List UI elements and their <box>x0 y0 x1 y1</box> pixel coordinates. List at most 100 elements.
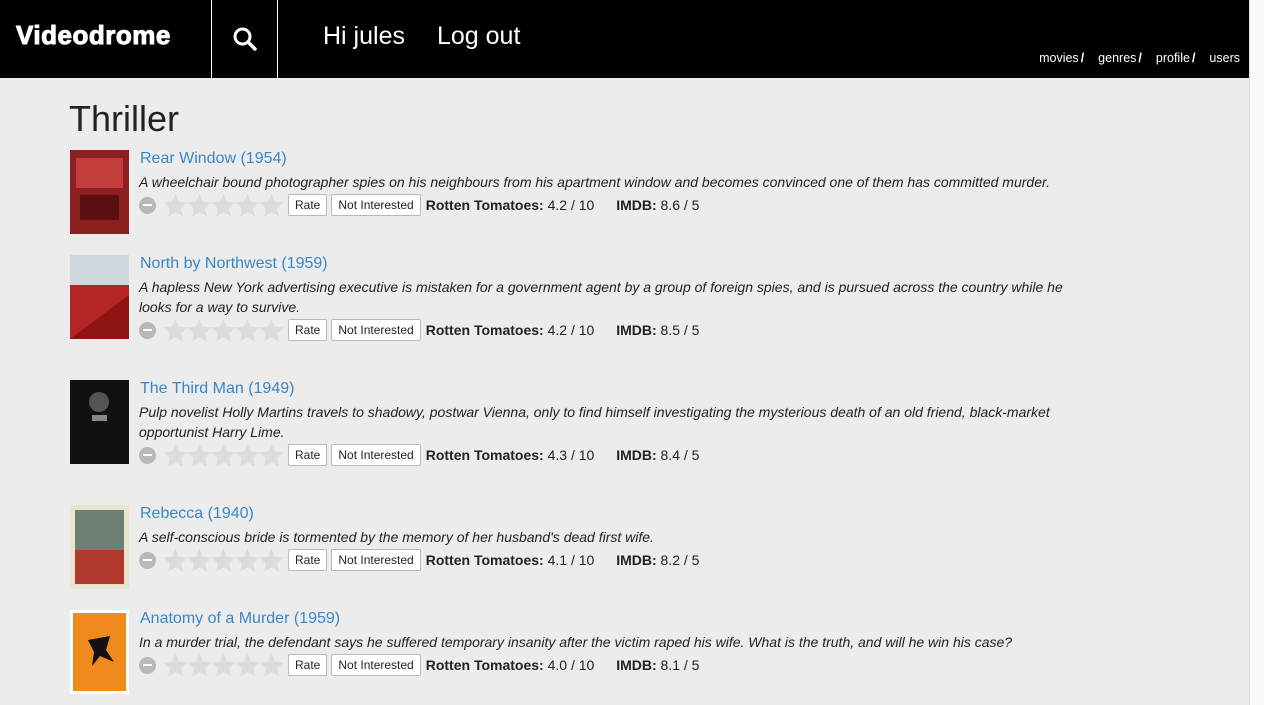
rotten-label: Rotten Tomatoes: <box>425 447 544 463</box>
nav-users[interactable]: users <box>1209 51 1240 65</box>
movie-poster[interactable] <box>70 150 129 234</box>
star-rating[interactable] <box>162 317 285 344</box>
star-icon[interactable] <box>162 442 189 469</box>
rate-button[interactable]: Rate <box>288 549 328 571</box>
movie-poster[interactable] <box>70 380 129 464</box>
star-icon[interactable] <box>234 192 261 219</box>
poster-image <box>70 505 129 589</box>
star-icon[interactable] <box>162 547 189 574</box>
star-icon[interactable] <box>258 547 285 574</box>
main-content: Thriller Rear Window (1954) A wheelchair… <box>69 98 1069 694</box>
nav-separator: / <box>1191 51 1196 65</box>
rate-button[interactable]: Rate <box>288 654 328 676</box>
star-icon[interactable] <box>234 442 261 469</box>
rotten-value: 4.3 / 10 <box>547 447 595 463</box>
site-logo[interactable]: Videodrome <box>16 20 171 51</box>
not-interested-button[interactable]: Not Interested <box>331 549 421 571</box>
imdb-value: 8.1 / 5 <box>660 657 700 673</box>
star-icon[interactable] <box>258 652 285 679</box>
star-icon[interactable] <box>162 317 189 344</box>
star-icon[interactable] <box>186 547 213 574</box>
not-interested-button[interactable]: Not Interested <box>331 654 421 676</box>
star-icon[interactable] <box>258 192 285 219</box>
imdb-label: IMDB: <box>616 197 657 213</box>
star-rating[interactable] <box>162 192 285 219</box>
nav-links: movies / genres / profile / users <box>1039 51 1240 65</box>
star-icon[interactable] <box>234 547 261 574</box>
search-icon <box>233 27 257 51</box>
movie-description: A self-conscious bride is tormented by t… <box>139 529 654 545</box>
star-icon[interactable] <box>210 192 237 219</box>
movie-description: A wheelchair bound photographer spies on… <box>139 174 1051 190</box>
star-icon[interactable] <box>186 442 213 469</box>
star-icon[interactable] <box>234 652 261 679</box>
page-title: Thriller <box>69 98 180 139</box>
imdb-value: 8.2 / 5 <box>660 552 700 568</box>
nav-separator: / <box>1080 51 1085 65</box>
movie-title-link[interactable]: Anatomy of a Murder (1959) <box>140 610 340 628</box>
movie-poster[interactable] <box>70 505 129 589</box>
star-rating[interactable] <box>162 442 285 469</box>
imdb-label: IMDB: <box>616 657 657 673</box>
star-icon[interactable] <box>258 442 285 469</box>
star-rating[interactable] <box>162 652 285 679</box>
poster-image <box>70 150 129 234</box>
star-icon[interactable] <box>186 192 213 219</box>
rate-button[interactable]: Rate <box>288 444 328 466</box>
clear-rating-icon[interactable] <box>139 551 156 569</box>
poster-image <box>70 610 129 694</box>
rate-button[interactable]: Rate <box>288 194 328 216</box>
imdb-label: IMDB: <box>616 322 657 338</box>
movie-description: Pulp novelist Holly Martins travels to s… <box>139 404 1050 440</box>
rotten-value: 4.1 / 10 <box>547 552 595 568</box>
clear-rating-icon[interactable] <box>139 196 156 214</box>
movie-title-link[interactable]: The Third Man (1949) <box>140 380 294 398</box>
logout-link[interactable]: Log out <box>437 22 520 51</box>
star-icon[interactable] <box>186 652 213 679</box>
imdb-value: 8.5 / 5 <box>660 322 700 338</box>
movie-controls: Rate Not Interested Rotten Tomatoes: 4.2… <box>139 315 699 345</box>
star-icon[interactable] <box>186 317 213 344</box>
star-icon[interactable] <box>234 317 261 344</box>
rotten-label: Rotten Tomatoes: <box>425 322 544 338</box>
clear-rating-icon[interactable] <box>139 656 156 674</box>
not-interested-button[interactable]: Not Interested <box>331 444 421 466</box>
ratings-text: Rotten Tomatoes: 4.2 / 10 IMDB: 8.6 / 5 <box>426 197 700 213</box>
movie-controls: Rate Not Interested Rotten Tomatoes: 4.1… <box>139 545 699 575</box>
nav-genres[interactable]: genres <box>1098 51 1136 65</box>
star-icon[interactable] <box>258 317 285 344</box>
movie-title-link[interactable]: North by Northwest (1959) <box>140 255 328 273</box>
movie-controls: Rate Not Interested Rotten Tomatoes: 4.2… <box>139 190 699 220</box>
scrollbar[interactable] <box>1249 0 1264 705</box>
imdb-label: IMDB: <box>616 552 657 568</box>
not-interested-button[interactable]: Not Interested <box>331 319 421 341</box>
clear-rating-icon[interactable] <box>139 446 156 464</box>
rate-button[interactable]: Rate <box>288 319 328 341</box>
star-icon[interactable] <box>210 547 237 574</box>
movie-poster[interactable] <box>70 610 129 694</box>
rotten-value: 4.2 / 10 <box>547 322 595 338</box>
nav-profile[interactable]: profile <box>1156 51 1190 65</box>
ratings-text: Rotten Tomatoes: 4.2 / 10 IMDB: 8.5 / 5 <box>426 322 700 338</box>
nav-separator: / <box>1138 51 1142 65</box>
star-icon[interactable] <box>162 192 189 219</box>
rotten-value: 4.0 / 10 <box>547 657 595 673</box>
movie-title-link[interactable]: Rear Window (1954) <box>140 150 287 168</box>
star-icon[interactable] <box>210 442 237 469</box>
not-interested-button[interactable]: Not Interested <box>331 194 421 216</box>
star-icon[interactable] <box>210 317 237 344</box>
ratings-text: Rotten Tomatoes: 4.0 / 10 IMDB: 8.1 / 5 <box>426 657 700 673</box>
clear-rating-icon[interactable] <box>139 321 156 339</box>
rotten-label: Rotten Tomatoes: <box>425 197 544 213</box>
nav-movies[interactable]: movies <box>1039 51 1079 65</box>
movie-poster[interactable] <box>70 255 129 339</box>
rotten-label: Rotten Tomatoes: <box>425 657 544 673</box>
ratings-text: Rotten Tomatoes: 4.3 / 10 IMDB: 8.4 / 5 <box>426 447 700 463</box>
star-icon[interactable] <box>162 652 189 679</box>
movie-title-link[interactable]: Rebecca (1940) <box>140 505 254 523</box>
movie-description: In a murder trial, the defendant says he… <box>139 634 1013 650</box>
star-rating[interactable] <box>162 547 285 574</box>
rotten-label: Rotten Tomatoes: <box>425 552 544 568</box>
search-button[interactable] <box>212 0 277 78</box>
star-icon[interactable] <box>210 652 237 679</box>
